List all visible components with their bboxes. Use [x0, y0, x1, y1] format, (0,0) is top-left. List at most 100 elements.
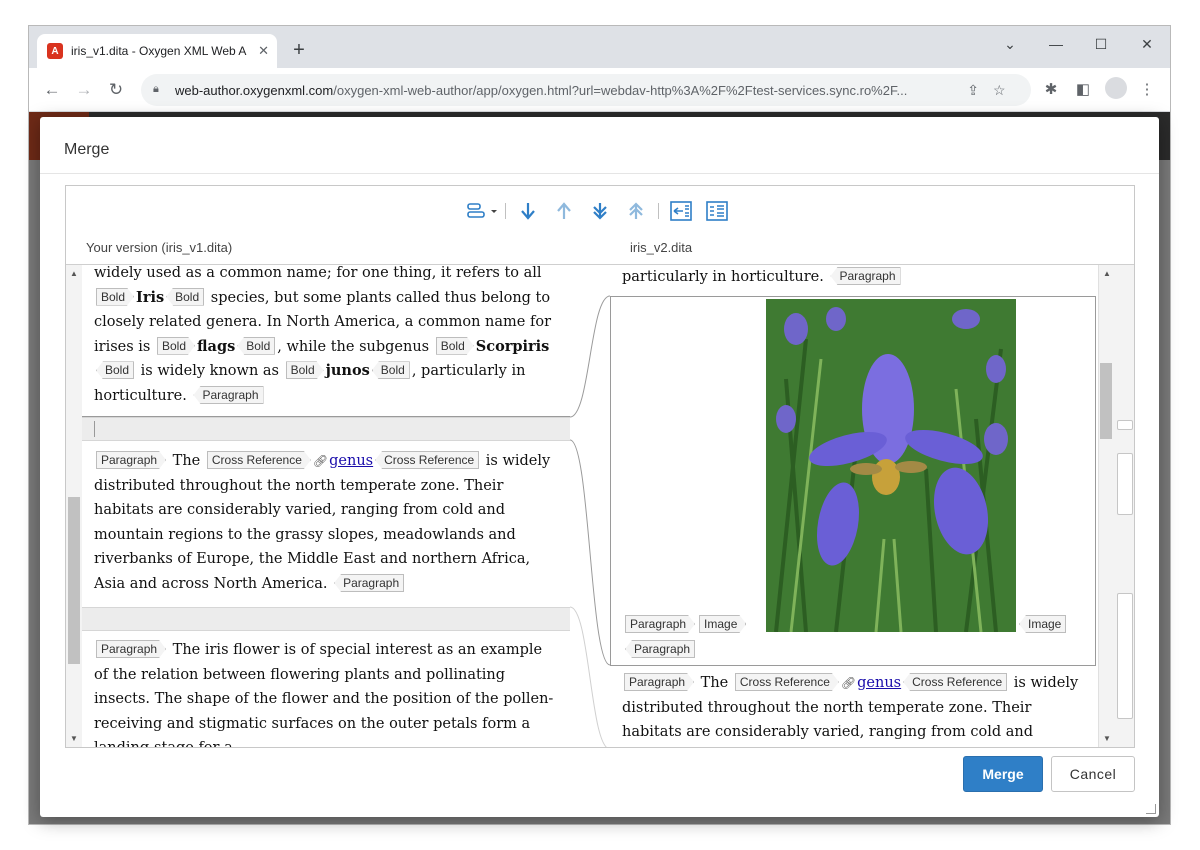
caret-marker	[94, 421, 95, 437]
bold-open-tag[interactable]: Bold	[286, 361, 324, 379]
paragraph-open-tag[interactable]: Paragraph	[96, 451, 166, 469]
back-icon[interactable]: ←	[39, 77, 65, 103]
browser-tab[interactable]: A iris_v1.dita - Oxygen XML Web A ✕	[37, 34, 277, 68]
bold-text: junos	[325, 362, 370, 380]
bold-close-tag[interactable]: Bold	[166, 287, 205, 306]
minimize-icon[interactable]: —	[1041, 32, 1071, 56]
tab-search-icon[interactable]: ⌄	[995, 32, 1025, 56]
bold-close-tag[interactable]: Bold	[237, 336, 276, 355]
paragraph-open-tag[interactable]: Paragraph	[624, 673, 694, 691]
side-panel-icon[interactable]: ◧	[1071, 78, 1095, 102]
merge-button[interactable]: Merge	[963, 756, 1043, 792]
oxygen-favicon-icon: A	[47, 43, 63, 59]
right-paragraph-2: Paragraph The Cross Reference 🔗︎genus Cros…	[610, 671, 1098, 745]
resize-handle[interactable]	[1146, 804, 1156, 814]
bold-open-tag[interactable]: Bold	[157, 337, 195, 355]
scroll-down-icon[interactable]: ▼	[70, 734, 78, 743]
diff-options-dropdown-icon[interactable]	[465, 196, 501, 226]
text-run: is widely known as	[140, 363, 279, 380]
share-icon[interactable]: ⇪	[967, 82, 979, 99]
accept-all-icon[interactable]	[699, 196, 735, 226]
genus-link[interactable]: genus	[329, 453, 373, 469]
text-run: The	[172, 453, 201, 469]
paragraph-close-row: Paragraph	[623, 640, 697, 658]
left-version-pane[interactable]: widely used as a common name; for one th…	[82, 265, 570, 747]
dialog-divider	[40, 173, 1159, 174]
bold-text: flags	[197, 337, 236, 355]
next-change-icon[interactable]	[510, 196, 546, 226]
paragraph-close-tag[interactable]: Paragraph	[625, 640, 696, 658]
cancel-button[interactable]: Cancel	[1051, 756, 1135, 792]
scroll-up-icon[interactable]: ▲	[70, 269, 78, 278]
browser-toolbar: ← → ↻ 🔒︎ web-author.oxygenxml.com /oxyge…	[29, 68, 1170, 112]
right-scrollbar[interactable]: ▲ ▼	[1098, 265, 1134, 747]
scroll-down-icon[interactable]: ▼	[1103, 734, 1111, 743]
scroll-up-icon[interactable]: ▲	[1103, 269, 1111, 278]
previous-change-icon[interactable]	[546, 196, 582, 226]
left-pane-label: Your version (iris_v1.dita)	[86, 240, 233, 255]
genus-link[interactable]: genus	[857, 675, 901, 691]
close-window-icon[interactable]: ✕	[1132, 32, 1162, 56]
url-host: web-author.oxygenxml.com	[175, 82, 334, 98]
overview-marker[interactable]	[1117, 453, 1133, 515]
reload-icon[interactable]: ↻	[103, 77, 129, 103]
forward-icon[interactable]: →	[71, 77, 97, 103]
xref-close-tag[interactable]: Cross Reference	[375, 451, 480, 469]
left-scroll-thumb[interactable]	[68, 497, 80, 664]
new-tab-icon[interactable]: +	[287, 38, 311, 62]
bookmark-star-icon[interactable]: ☆	[993, 82, 1006, 99]
bold-close-tag[interactable]: Bold	[371, 361, 410, 380]
iris-flower-image	[766, 299, 1016, 632]
close-tab-icon[interactable]: ✕	[258, 43, 269, 59]
overview-marker[interactable]	[1117, 593, 1133, 719]
bold-open-tag[interactable]: Bold	[96, 288, 134, 306]
xref-close-tag[interactable]: Cross Reference	[903, 673, 1008, 691]
toolbar-separator	[658, 203, 659, 219]
image-tags-row: Paragraph Image	[623, 615, 748, 633]
maximize-icon[interactable]: ☐	[1086, 32, 1116, 56]
paragraph-close-tag[interactable]: Paragraph	[830, 267, 901, 285]
right-version-pane[interactable]: particularly in horticulture. Paragraph	[610, 265, 1098, 747]
image-open-tag[interactable]: Image	[699, 615, 746, 633]
right-pane-label: iris_v2.dita	[630, 240, 693, 255]
xref-open-tag[interactable]: Cross Reference	[735, 673, 839, 691]
first-change-icon[interactable]	[618, 196, 654, 226]
tab-strip: A iris_v1.dita - Oxygen XML Web A ✕ + ⌄ …	[29, 26, 1170, 68]
overview-marker[interactable]	[1117, 420, 1133, 430]
paragraph-close-tag[interactable]: Paragraph	[334, 573, 405, 592]
paragraph-open-tag[interactable]: Paragraph	[96, 640, 166, 658]
merge-view: Your version (iris_v1.dita) iris_v2.dita…	[65, 185, 1135, 748]
left-scrollbar[interactable]: ▲ ▼	[66, 265, 82, 747]
inserted-image-block[interactable]: Paragraph Image Image Paragraph	[610, 296, 1096, 666]
merge-dialog: Merge Your version (iris_v1.dita) iris_v…	[40, 117, 1159, 817]
text-run: widely used as a common name; for one th…	[94, 265, 542, 281]
paragraph-open-tag[interactable]: Paragraph	[625, 615, 695, 633]
profile-avatar-icon[interactable]	[1105, 77, 1127, 99]
url-path: /oxygen-xml-web-author/app/oxygen.html?u…	[333, 82, 908, 98]
diff-gap	[82, 607, 570, 631]
merge-toolbar	[66, 186, 1134, 236]
extensions-icon[interactable]: ✱	[1039, 78, 1063, 102]
accept-left-icon[interactable]	[663, 196, 699, 226]
right-paragraph-1-tail: particularly in horticulture. Paragraph	[610, 265, 1098, 290]
bold-open-tag[interactable]: Bold	[436, 337, 474, 355]
tab-title: iris_v1.dita - Oxygen XML Web A	[71, 44, 247, 58]
image-close-row: Image	[1017, 615, 1068, 633]
left-paragraph-1: widely used as a common name; for one th…	[82, 265, 570, 409]
bold-text: Iris	[136, 288, 165, 306]
address-bar[interactable]: 🔒︎ web-author.oxygenxml.com /oxygen-xml-…	[141, 74, 1031, 106]
dialog-title: Merge	[64, 141, 110, 158]
diff-connector-gutter	[569, 265, 611, 747]
bold-close-tag[interactable]: Bold	[96, 361, 135, 380]
paragraph-close-tag[interactable]: Paragraph	[193, 385, 264, 404]
last-change-icon[interactable]	[582, 196, 618, 226]
image-close-tag[interactable]: Image	[1019, 615, 1067, 633]
xref-open-tag[interactable]: Cross Reference	[207, 451, 311, 469]
toolbar-separator	[505, 203, 506, 219]
link-icon: 🔗︎	[840, 676, 857, 690]
right-scroll-thumb[interactable]	[1100, 363, 1112, 439]
text-run: is widely distributed throughout the nor…	[94, 453, 551, 592]
menu-kebab-icon[interactable]: ⋮	[1135, 78, 1159, 102]
link-icon: 🔗︎	[312, 454, 329, 468]
text-run: , while the subgenus	[277, 338, 430, 355]
